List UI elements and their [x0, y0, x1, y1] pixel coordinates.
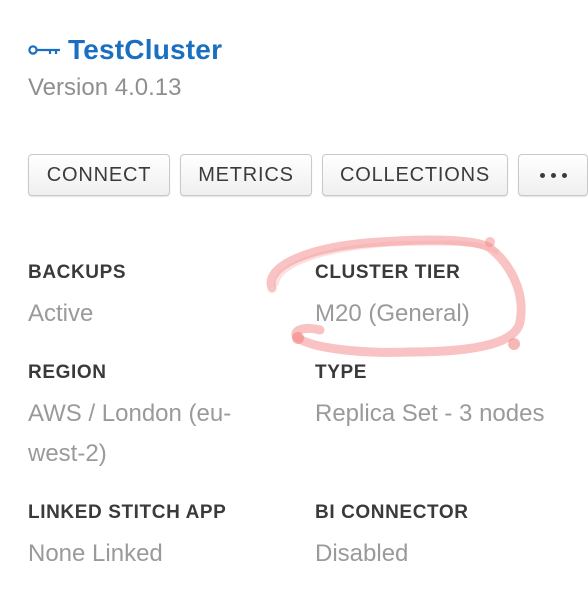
linked-stitch-app-field: LINKED STITCH APP None Linked [28, 502, 288, 574]
linked-stitch-app-value: None Linked [28, 540, 163, 567]
collections-button[interactable]: COLLECTIONS [322, 154, 508, 196]
key-icon [28, 43, 62, 57]
cluster-header: TestCluster Version 4.0.13 [28, 30, 222, 102]
region-value: AWS / London (eu-west-2) [28, 400, 232, 467]
cluster-tier-field: CLUSTER TIER M20 (General) [315, 262, 575, 334]
bi-connector-value: Disabled [315, 540, 409, 567]
type-field: TYPE Replica Set - 3 nodes [315, 362, 588, 434]
region-field: REGION AWS / London (eu-west-2) [28, 362, 278, 474]
more-options-button[interactable] [518, 154, 588, 196]
metrics-button[interactable]: METRICS [180, 154, 312, 196]
bi-connector-label: BI CONNECTOR [315, 502, 469, 523]
more-options-icon [539, 172, 567, 178]
type-label: TYPE [315, 362, 368, 383]
action-button-row: CONNECT METRICS COLLECTIONS [28, 154, 588, 196]
backups-field: BACKUPS Active [28, 262, 288, 334]
cluster-tier-label: CLUSTER TIER [315, 262, 461, 283]
cluster-tier-value: M20 (General) [315, 300, 470, 327]
backups-label: BACKUPS [28, 262, 127, 283]
bi-connector-field: BI CONNECTOR Disabled [315, 502, 575, 574]
type-value: Replica Set - 3 nodes [315, 400, 545, 427]
title-row: TestCluster [28, 30, 222, 70]
linked-stitch-app-label: LINKED STITCH APP [28, 502, 227, 523]
connect-button[interactable]: CONNECT [28, 154, 170, 196]
cluster-card: TestCluster Version 4.0.13 CONNECT METRI… [0, 0, 588, 592]
cluster-version: Version 4.0.13 [28, 74, 182, 101]
cluster-title-link[interactable]: TestCluster [68, 34, 222, 66]
region-label: REGION [28, 362, 107, 383]
backups-value: Active [28, 300, 94, 327]
